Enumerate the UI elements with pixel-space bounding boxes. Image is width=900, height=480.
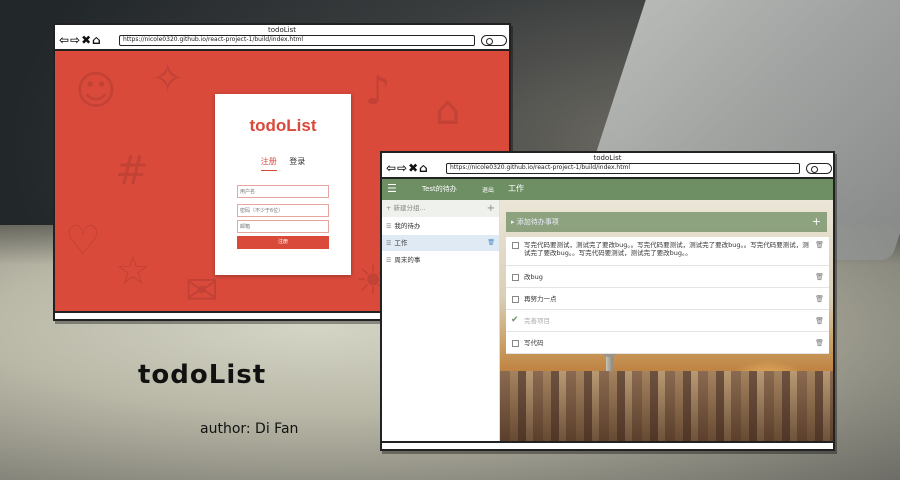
app-header: ☰ Test的待办 退出 工作 (382, 179, 833, 200)
search-icon[interactable] (806, 163, 832, 174)
trash-icon[interactable]: 🗑 (815, 317, 824, 325)
tab-login[interactable]: 登录 (289, 156, 305, 170)
apple-logo-icon (822, 98, 880, 156)
browser-titlebar: todoList ⇦⇨✖⌂ https://nicole0320.github.… (55, 25, 509, 51)
project-title: todoList (138, 360, 267, 390)
browser-statusbar (382, 441, 833, 449)
sidebar-item-weekend[interactable]: ☰ 周末的事 (382, 252, 499, 268)
todo-text: 改bug (524, 273, 543, 281)
new-group-placeholder: + 新建分组... (386, 204, 426, 212)
todo-item-completed: ✔ 完善项目 🗑 (506, 310, 829, 332)
star-outline-doodle-icon: ☆ (115, 248, 151, 294)
todo-main-panel: ▸ 添加待办事项 + 写完代码要测试，测试完了要改bug。。写完代码要测试，测试… (500, 200, 833, 441)
sidebar-item-label: 工作 (394, 239, 408, 247)
todo-list: 写完代码要测试，测试完了要改bug。。写完代码要测试，测试完了要改bug。。写完… (506, 237, 829, 354)
username-field[interactable] (237, 185, 329, 198)
tab-register[interactable]: 注册 (260, 156, 277, 171)
add-todo-icon[interactable]: + (812, 212, 821, 232)
building-doodle-icon: ⌂ (435, 88, 461, 134)
add-todo-placeholder: ▸ 添加待办事项 (511, 218, 559, 226)
todo-text: 写代码 (524, 339, 544, 347)
checkmark-icon[interactable]: ✔ (511, 316, 519, 325)
list-icon: ☰ (386, 257, 392, 264)
trash-icon[interactable]: 🗑 (815, 241, 824, 249)
music-doodle-icon: ♪ (365, 68, 391, 114)
heart-doodle-icon: ♡ (65, 218, 101, 264)
todo-browser-window: todoList ⇦⇨✖⌂ https://nicole0320.github.… (380, 151, 835, 451)
sidebar-item-my-todos[interactable]: ☰ 我的待办 (382, 218, 499, 234)
hash-doodle-icon: # (115, 148, 149, 194)
trash-icon[interactable]: 🗑 (815, 339, 824, 347)
trash-icon[interactable]: 🗑 (487, 235, 495, 251)
add-todo-input[interactable]: ▸ 添加待办事项 + (506, 212, 827, 232)
todo-item: 写完代码要测试，测试完了要改bug。。写完代码要测试，测试完了要改bug。。写完… (506, 237, 829, 266)
todo-text: 再努力一点 (524, 295, 557, 303)
trash-icon[interactable]: 🗑 (815, 295, 824, 303)
search-icon[interactable] (481, 35, 507, 46)
bubble-doodle-icon: ☺ (75, 68, 117, 114)
register-button[interactable]: 注册 (237, 236, 329, 249)
auth-tabs: 注册 登录 (215, 156, 351, 171)
nav-buttons-icon[interactable]: ⇦⇨✖⌂ (59, 34, 102, 46)
group-sidebar: + 新建分组... + ☰ 我的待办 ☰ 工作 🗑 ☰ 周末的事 (382, 200, 500, 441)
menu-icon[interactable]: ☰ (387, 182, 397, 196)
trash-icon[interactable]: 🗑 (815, 273, 824, 281)
logout-button[interactable]: 退出 (482, 185, 494, 194)
new-group-input[interactable]: + 新建分组... + (382, 200, 499, 217)
browser-titlebar: todoList ⇦⇨✖⌂ https://nicole0320.github.… (382, 153, 833, 179)
author-credit: author: Di Fan (200, 421, 299, 437)
nav-buttons-icon[interactable]: ⇦⇨✖⌂ (386, 162, 429, 174)
todo-checkbox[interactable] (512, 296, 519, 303)
user-title: Test的待办 (422, 185, 457, 193)
sidebar-item-work[interactable]: ☰ 工作 🗑 (382, 235, 499, 251)
address-bar[interactable]: https://nicole0320.github.io/react-proje… (446, 163, 800, 174)
login-card: todoList 注册 登录 注册 (215, 94, 351, 275)
star-doodle-icon: ✧ (151, 56, 185, 102)
address-bar[interactable]: https://nicole0320.github.io/react-proje… (119, 35, 475, 46)
todo-text: 写完代码要测试，测试完了要改bug。。写完代码要测试，测试完了要改bug。。写完… (524, 241, 809, 257)
todo-item: 写代码 🗑 (506, 332, 829, 354)
todo-item: 再努力一点 🗑 (506, 288, 829, 310)
sidebar-item-label: 周末的事 (394, 256, 421, 264)
login-brand-title: todoList (249, 116, 317, 135)
window-title: todoList (593, 154, 622, 162)
sidebar-item-label: 我的待办 (394, 222, 421, 230)
todo-checkbox[interactable] (512, 340, 519, 347)
password-field[interactable] (237, 204, 329, 217)
todo-text: 完善项目 (524, 317, 550, 325)
current-list-title: 工作 (508, 184, 524, 193)
city-skyline-image (500, 371, 833, 441)
add-group-icon[interactable]: + (487, 200, 495, 217)
envelope-doodle-icon: ✉ (185, 268, 219, 311)
todo-checkbox[interactable] (512, 274, 519, 281)
window-title: todoList (268, 26, 296, 34)
list-icon: ☰ (386, 240, 392, 247)
list-icon: ☰ (386, 223, 392, 230)
todo-checkbox[interactable] (512, 242, 519, 249)
email-field[interactable] (237, 220, 329, 233)
todo-item: 改bug 🗑 (506, 266, 829, 288)
